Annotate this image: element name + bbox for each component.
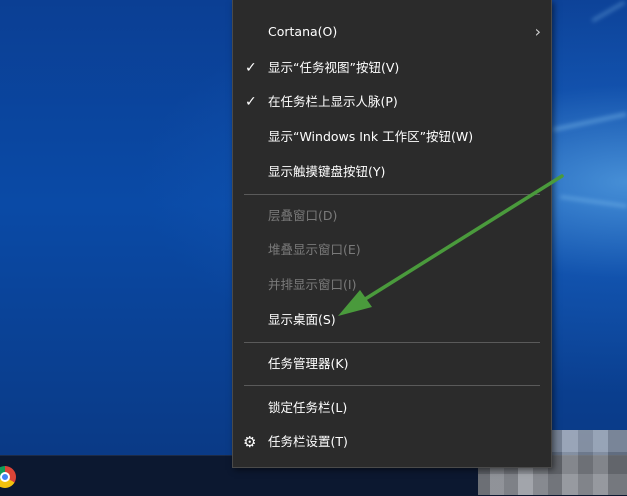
menu-item-show-people[interactable]: ✓ 在任务栏上显示人脉(P): [233, 87, 551, 117]
menu-item-show-desktop[interactable]: 显示桌面(S): [233, 305, 551, 335]
menu-item-lock-taskbar[interactable]: 锁定任务栏(L): [233, 393, 551, 423]
menu-item-cascade: 层叠窗口(D): [233, 201, 551, 231]
menu-item-label: 显示“任务视图”按钮(V): [268, 60, 400, 75]
menu-item-label: 任务管理器(K): [268, 356, 349, 371]
chrome-icon[interactable]: [0, 466, 16, 488]
menu-item-label: Cortana(O): [268, 24, 338, 39]
menu-item-label: 层叠窗口(D): [268, 208, 338, 223]
menu-item-show-ink[interactable]: 显示“Windows Ink 工作区”按钮(W): [233, 122, 551, 152]
menu-item-label: 任务栏设置(T): [268, 434, 348, 449]
check-icon: ✓: [245, 60, 257, 76]
menu-item-label: 在任务栏上显示人脉(P): [268, 94, 398, 109]
menu-item-task-manager[interactable]: 任务管理器(K): [233, 349, 551, 379]
menu-item-label: 堆叠显示窗口(E): [268, 242, 361, 257]
menu-separator: [244, 385, 540, 386]
light-beam: [560, 195, 627, 208]
menu-item-show-task-view[interactable]: ✓ 显示“任务视图”按钮(V): [233, 53, 551, 83]
menu-item-label: 锁定任务栏(L): [268, 400, 348, 415]
menu-separator: [244, 194, 540, 195]
taskbar-context-menu: Cortana(O) › ✓ 显示“任务视图”按钮(V) ✓ 在任务栏上显示人脉…: [232, 0, 552, 468]
menu-item-taskbar-settings[interactable]: ⚙ 任务栏设置(T): [233, 427, 551, 457]
menu-item-label: 显示桌面(S): [268, 312, 336, 327]
chevron-right-icon: ›: [534, 22, 541, 41]
light-beam: [552, 112, 627, 132]
menu-separator: [244, 342, 540, 343]
menu-item-show-touch-keyboard[interactable]: 显示触摸键盘按钮(Y): [233, 157, 551, 187]
check-icon: ✓: [245, 94, 257, 110]
light-beam: [591, 0, 626, 23]
menu-item-label: 显示触摸键盘按钮(Y): [268, 164, 386, 179]
menu-item-side-by-side: 并排显示窗口(I): [233, 270, 551, 300]
menu-item-label: 显示“Windows Ink 工作区”按钮(W): [268, 129, 474, 144]
gear-icon: ⚙: [243, 433, 257, 451]
menu-item-label: 并排显示窗口(I): [268, 277, 357, 292]
menu-item-cortana[interactable]: Cortana(O) ›: [233, 17, 551, 47]
menu-item-stack: 堆叠显示窗口(E): [233, 235, 551, 265]
